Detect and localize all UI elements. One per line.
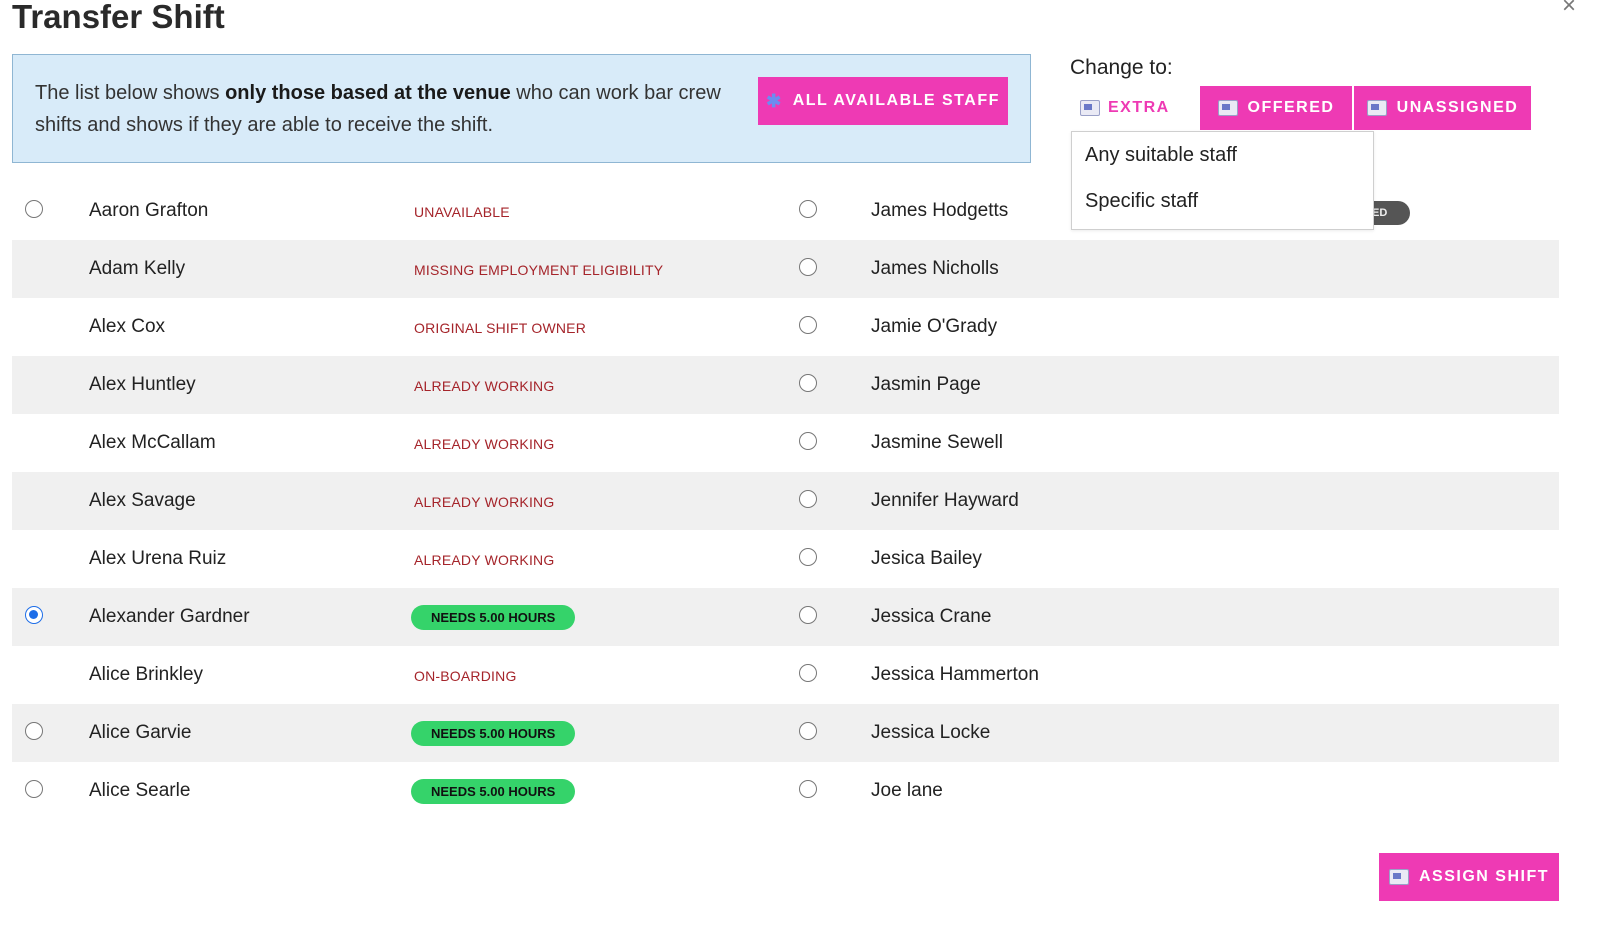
status-text: ALREADY WORKING [414, 378, 555, 394]
info-text: The list below shows only those based at… [35, 77, 735, 141]
staff-name-right: Joe lane [871, 780, 943, 801]
shift-card-icon [1217, 100, 1238, 116]
staff-radio-left[interactable] [25, 780, 43, 798]
shift-card-icon [1388, 869, 1409, 885]
staff-radio-right[interactable] [799, 606, 817, 624]
status-text: ALREADY WORKING [414, 552, 555, 568]
staff-radio-left[interactable] [25, 606, 43, 624]
table-row: Alice Searle NEEDS 5.00 HOURS Joe lane [12, 762, 1559, 820]
table-row: Alex Savage ALREADY WORKING Jennifer Haywa… [12, 472, 1559, 530]
status-text: ORIGINAL SHIFT OWNER [414, 320, 587, 336]
staff-radio-right[interactable] [799, 432, 817, 450]
change-to-label: Change to: [1070, 56, 1173, 79]
status-badge: NEEDS 5.00 HOURS [411, 721, 576, 746]
staff-name-right: James Hodgetts [871, 200, 1009, 221]
table-row: Alice Garvie NEEDS 5.00 HOURS Jessica Lock… [12, 704, 1559, 762]
dialog-title: Transfer Shift [12, 0, 225, 35]
all-available-staff-button[interactable]: ✱ ALL AVAILABLE STAFF [758, 77, 1008, 125]
table-row: Alex Cox ORIGINAL SHIFT OWNER Jamie O'Grad… [12, 298, 1559, 356]
staff-name-right: Jamie O'Grady [871, 316, 998, 337]
change-to-extra-label: EXTRA [1108, 99, 1170, 116]
staff-name-left: Alice Searle [89, 780, 191, 801]
status-text: ALREADY WORKING [414, 436, 555, 452]
status-text: UNAVAILABLE [414, 204, 510, 220]
change-to-offered-label: OFFERED [1247, 99, 1335, 116]
staff-name-right: Jessica Hammerton [871, 664, 1039, 685]
staff-radio-right[interactable] [799, 722, 817, 740]
close-icon[interactable]: × [1562, 0, 1576, 18]
shift-card-icon [1080, 100, 1100, 116]
status-badge: NEEDS 5.00 HOURS [411, 779, 576, 804]
staff-radio-right[interactable] [799, 200, 817, 218]
status-text: MISSING EMPLOYMENT ELIGIBILITY [414, 262, 664, 278]
dropdown-item-specific-staff[interactable]: Specific staff [1072, 178, 1373, 224]
table-row: Alice Brinkley ON-BOARDING Jessica Hammert… [12, 646, 1559, 704]
staff-name-left: Alex Cox [89, 316, 166, 337]
staff-name-right: Jessica Locke [871, 722, 991, 743]
dropdown-item-any-suitable-staff[interactable]: Any suitable staff [1072, 132, 1373, 178]
staff-name-left: Adam Kelly [89, 258, 186, 279]
staff-radio-right[interactable] [799, 664, 817, 682]
staff-name-left: Alex McCallam [89, 432, 216, 453]
staff-radio-right[interactable] [799, 316, 817, 334]
status-text: ALREADY WORKING [414, 494, 555, 510]
staff-name-left: Alex Savage [89, 490, 196, 511]
staff-radio-right[interactable] [799, 780, 817, 798]
table-row: Adam Kelly MISSING EMPLOYMENT ELIGIBILITY… [12, 240, 1559, 298]
assign-shift-label: ASSIGN SHIFT [1418, 868, 1549, 885]
staff-name-left: Alice Garvie [89, 722, 192, 743]
status-text: ON-BOARDING [414, 668, 517, 684]
info-text-before: The list below shows [35, 82, 226, 104]
staff-name-right: Jesica Bailey [871, 548, 982, 569]
table-row: Alex Huntley ALREADY WORKING Jasmin Page [12, 356, 1559, 414]
staff-radio-left[interactable] [25, 722, 43, 740]
change-to-extra-button[interactable]: EXTRA [1072, 86, 1198, 130]
staff-name-right: Jennifer Hayward [871, 490, 1019, 511]
staff-name-right: Jessica Crane [871, 606, 992, 627]
staff-name-right: James Nicholls [871, 258, 999, 279]
star-person-icon: ✱ [766, 90, 783, 111]
status-badge: NEEDS 5.00 HOURS [411, 605, 576, 630]
info-text-bold: only those based at the venue [225, 82, 511, 104]
table-row: Alex Urena Ruiz ALREADY WORKING Jesica Bai… [12, 530, 1559, 588]
staff-radio-right[interactable] [799, 490, 817, 508]
staff-radio-right[interactable] [799, 374, 817, 392]
staff-name-left: Alex Urena Ruiz [89, 548, 227, 569]
change-to-offered-button[interactable]: OFFERED [1200, 86, 1352, 130]
assign-shift-button[interactable]: ASSIGN SHIFT [1379, 853, 1559, 901]
all-available-staff-label: ALL AVAILABLE STAFF [792, 92, 1000, 109]
staff-name-left: Alex Huntley [89, 374, 196, 395]
change-to-unassigned-label: UNASSIGNED [1396, 99, 1519, 116]
staff-name-left: Alexander Gardner [89, 606, 250, 627]
info-panel: The list below shows only those based at… [12, 54, 1031, 163]
staff-radio-right[interactable] [799, 258, 817, 276]
staff-name-left: Alice Brinkley [89, 664, 204, 685]
offered-dropdown-menu: Any suitable staff Specific staff [1071, 131, 1374, 230]
table-row: Alexander Gardner NEEDS 5.00 HOURS Jessica… [12, 588, 1559, 646]
staff-name-right: Jasmine Sewell [871, 432, 1003, 453]
staff-radio-left[interactable] [25, 200, 43, 218]
staff-radio-right[interactable] [799, 548, 817, 566]
staff-name-left: Aaron Grafton [89, 200, 209, 221]
staff-name-right: Jasmin Page [871, 374, 981, 395]
shift-card-icon [1366, 100, 1387, 116]
table-row: Alex McCallam ALREADY WORKING Jasmine Sewe… [12, 414, 1559, 472]
staff-list: Aaron Grafton UNAVAILABLE James Hodgetts Ad… [12, 182, 1559, 820]
change-to-unassigned-button[interactable]: UNASSIGNED [1354, 86, 1531, 130]
